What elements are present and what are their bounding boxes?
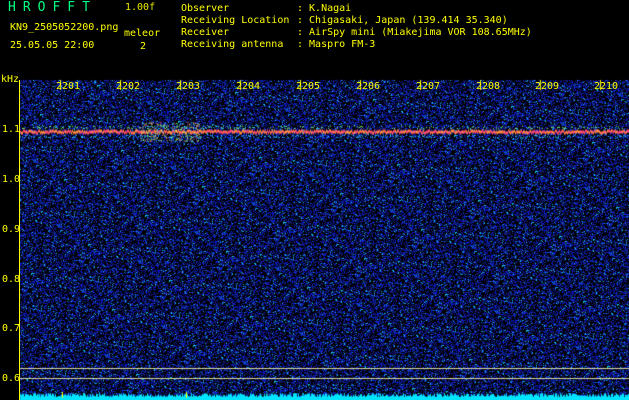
observer-label: Observer — [181, 3, 230, 14]
y-tick-label: 0.9 — [2, 224, 21, 235]
antenna-label: Receiving antenna — [181, 39, 284, 50]
version-label: 1.00f — [125, 2, 156, 13]
x-tick-label: 2203 — [176, 81, 201, 92]
x-tick-label: 2209 — [535, 81, 560, 92]
location-label: Receiving Location — [181, 15, 290, 26]
x-tick-label: 2210 — [594, 81, 619, 92]
y-tick-label: 1.1 — [2, 124, 21, 135]
x-tick-label: 2204 — [236, 81, 261, 92]
x-tick-label: 2205 — [296, 81, 321, 92]
y-tick-label: 0.7 — [2, 323, 21, 334]
header: HROFFT 1.00f KN9_2505052200.png meleor 2… — [0, 0, 629, 72]
location-value: : Chigasaki, Japan (139.414 35.340) — [297, 15, 508, 26]
y-axis-unit-label: kHz — [1, 74, 20, 85]
x-tick-label: 2206 — [356, 81, 381, 92]
y-tick-label: 1.0 — [2, 174, 21, 185]
timestamp-label: 25.05.05 22:00 — [10, 40, 95, 51]
receiver-value: : AirSpy mini (Miakejima VOR 108.65MHz) — [297, 27, 532, 38]
receiver-label: Receiver — [181, 27, 230, 38]
x-tick-label: 2202 — [116, 81, 141, 92]
antenna-value: : Maspro FM-3 — [297, 39, 376, 50]
app-title: HROFFT — [8, 0, 97, 15]
mode-value: 2 — [140, 41, 147, 52]
observer-value: : K.Nagai — [297, 3, 352, 14]
spectrogram-canvas — [0, 72, 629, 400]
y-tick-label: 0.6 — [2, 373, 21, 384]
x-tick-label: 2201 — [56, 81, 81, 92]
mode-label: meleor — [124, 28, 161, 39]
y-tick-label: 0.8 — [2, 274, 21, 285]
x-tick-label: 2207 — [416, 81, 441, 92]
x-tick-label: 2208 — [476, 81, 501, 92]
filename-label: KN9_2505052200.png — [10, 22, 119, 33]
